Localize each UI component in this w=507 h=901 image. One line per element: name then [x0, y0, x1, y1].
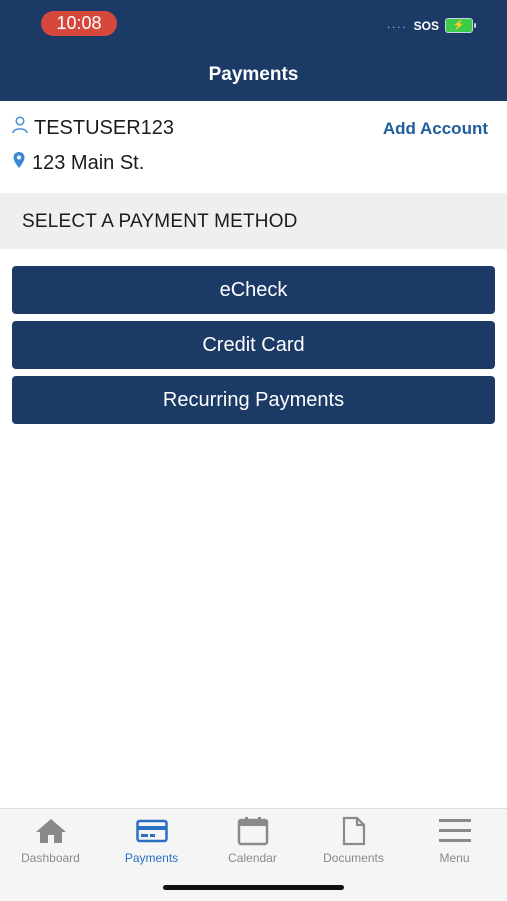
calendar-icon	[237, 815, 269, 847]
tab-calendar[interactable]: Calendar	[202, 809, 303, 879]
home-icon	[34, 815, 68, 847]
document-icon	[341, 815, 367, 847]
signal-icon: ....	[386, 20, 408, 31]
section-title: SELECT A PAYMENT METHOD	[22, 211, 298, 232]
location-pin-icon	[12, 151, 26, 175]
tab-payments[interactable]: Payments	[101, 809, 202, 879]
battery-charging-icon: ⚡	[445, 18, 476, 33]
tab-documents[interactable]: Documents	[303, 809, 404, 879]
tab-label: Payments	[124, 851, 179, 865]
menu-icon	[438, 815, 472, 847]
add-account-link[interactable]: Add Account	[383, 119, 488, 139]
credit-card-icon	[135, 815, 168, 847]
user-icon	[12, 116, 28, 140]
account-address-row: 123 Main St.	[12, 151, 144, 175]
page-title: Payments	[208, 64, 299, 85]
carrier-label: SOS	[413, 18, 439, 33]
account-user-row: TESTUSER123	[12, 116, 174, 140]
account-username: TESTUSER123	[34, 116, 175, 139]
echeck-button[interactable]: eCheck	[12, 266, 495, 314]
tab-dashboard[interactable]: Dashboard	[0, 809, 101, 879]
credit-card-button[interactable]: Credit Card	[12, 321, 495, 369]
app-header: 10:08 .... SOS ⚡ Payments	[0, 0, 507, 101]
tab-menu[interactable]: Menu	[404, 809, 505, 879]
home-indicator[interactable]	[163, 885, 344, 890]
tab-label: Documents	[323, 851, 384, 865]
tab-label: Calendar	[228, 851, 277, 865]
account-address: 123 Main St.	[32, 151, 145, 174]
status-indicators: .... SOS ⚡	[386, 18, 476, 33]
recurring-payments-button[interactable]: Recurring Payments	[12, 376, 495, 424]
status-time: 10:08	[41, 11, 117, 36]
tab-label: Menu	[439, 851, 470, 865]
tab-label: Dashboard	[21, 851, 80, 865]
